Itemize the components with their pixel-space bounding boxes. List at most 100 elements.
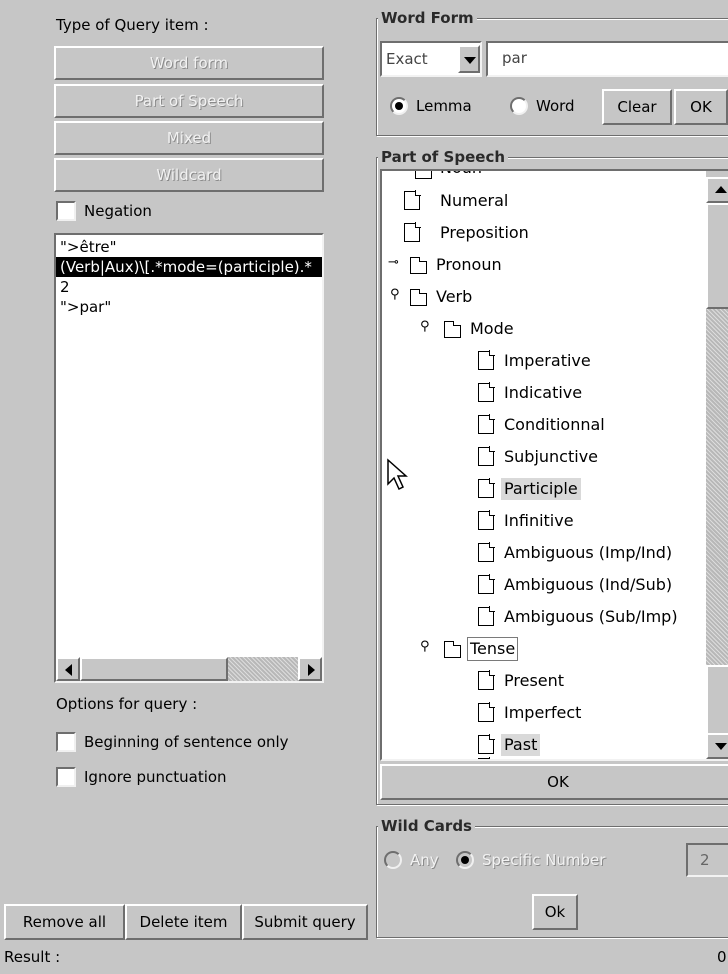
delete-item-button[interactable]: Delete item	[125, 904, 242, 940]
remove-all-button[interactable]: Remove all	[4, 904, 125, 940]
query-item[interactable]: 2	[60, 277, 70, 297]
tree-label: Subjunctive	[504, 447, 599, 466]
query-item[interactable]: ">être"	[60, 237, 117, 257]
scroll-down-button[interactable]	[706, 733, 728, 759]
query-item[interactable]: ">par"	[60, 297, 111, 317]
scroll-left-button[interactable]	[56, 657, 80, 681]
scroll-right-button[interactable]	[298, 657, 322, 681]
wildcard-button[interactable]: Wildcard	[54, 158, 324, 192]
word-form-button[interactable]: Word form	[54, 46, 324, 80]
tree-item-imperative[interactable]: Imperative	[382, 345, 712, 377]
collapsed-node-icon[interactable]: ⊸	[388, 255, 399, 270]
vertical-scrollbar[interactable]	[706, 171, 728, 759]
folder-icon	[415, 171, 432, 179]
pos-tree[interactable]: Noun Numeral Preposition ⊸ Pronoun ⚲ Ver…	[380, 169, 728, 761]
tree-label: Ambiguous (Imp/Ind)	[504, 543, 673, 562]
tree-item-subjunctive[interactable]: Subjunctive	[382, 441, 712, 473]
tree-item-noun[interactable]: Noun	[382, 171, 702, 185]
tree-label: Present	[504, 671, 565, 690]
tree-label: Numeral	[440, 191, 509, 210]
tree-label: Preposition	[440, 223, 529, 242]
folder-icon	[409, 289, 427, 306]
tree-item-pronoun[interactable]: ⊸ Pronoun	[382, 249, 702, 281]
tree-item-imperfect[interactable]: Imperfect	[382, 697, 712, 729]
tree-item-verb[interactable]: ⚲ Verb	[382, 281, 702, 313]
tree-item-preposition[interactable]: Preposition	[382, 217, 702, 249]
word-label: Word	[536, 97, 575, 115]
part-of-speech-title: Part of Speech	[378, 148, 509, 166]
expanded-node-icon[interactable]: ⚲	[420, 319, 430, 334]
part-of-speech-button[interactable]: Part of Speech	[54, 84, 324, 118]
scroll-track[interactable]	[706, 309, 728, 665]
specific-number-input[interactable]: 2	[686, 843, 728, 877]
tree-item-infinitive[interactable]: Infinitive	[382, 505, 712, 537]
wild-cards-title: Wild Cards	[378, 817, 475, 835]
tree-item-participle[interactable]: Participle	[382, 473, 712, 505]
negation-checkbox[interactable]	[56, 201, 76, 221]
lemma-label: Lemma	[416, 97, 472, 115]
ignore-punctuation-checkbox[interactable]	[56, 767, 76, 787]
document-icon	[478, 382, 495, 402]
status-bar: Result : 0	[0, 940, 728, 974]
folder-icon	[443, 641, 461, 658]
clear-button[interactable]: Clear	[602, 89, 672, 125]
tree-item-present[interactable]: Present	[382, 665, 712, 697]
match-type-value: Exact	[386, 50, 428, 68]
any-radio[interactable]	[384, 851, 402, 869]
tree-label: Verb	[436, 287, 473, 306]
tree-item-ambiguous-ind-sub[interactable]: Ambiguous (Ind/Sub)	[382, 569, 712, 601]
specific-number-radio[interactable]	[456, 851, 474, 869]
beginning-of-sentence-checkbox[interactable]	[56, 732, 76, 752]
word-form-ok-button[interactable]: OK	[674, 89, 728, 125]
tree-label: Pronoun	[436, 255, 502, 274]
document-icon	[478, 574, 495, 594]
document-icon	[478, 542, 495, 562]
word-radio[interactable]	[510, 97, 528, 115]
folder-icon	[409, 257, 427, 274]
tree-item-indicative[interactable]: Indicative	[382, 377, 712, 409]
tree-item-mode[interactable]: ⚲ Mode	[382, 313, 702, 345]
chevron-down-icon	[464, 57, 476, 64]
query-item-selected[interactable]: (Verb|Aux)\[.*mode=(participle).*	[56, 257, 322, 277]
document-icon	[478, 702, 495, 722]
horizontal-scrollbar[interactable]	[56, 657, 322, 681]
tree-item-ambiguous-sub-imp[interactable]: Ambiguous (Sub/Imp)	[382, 601, 712, 633]
tree-item-numeral[interactable]: Numeral	[382, 185, 702, 217]
document-icon	[478, 757, 495, 759]
wild-cards-ok-button[interactable]: Ok	[532, 894, 578, 930]
dropdown-button[interactable]	[458, 45, 480, 73]
match-type-select[interactable]: Exact	[380, 41, 482, 77]
scroll-thumb[interactable]	[706, 203, 728, 309]
result-label: Result :	[4, 948, 61, 966]
tree-label: Imperative	[504, 351, 591, 370]
options-heading: Options for query :	[56, 695, 198, 713]
document-icon	[478, 670, 495, 690]
scroll-thumb[interactable]	[80, 657, 228, 681]
tree-label-focused: Tense	[467, 637, 519, 661]
expanded-node-icon[interactable]: ⚲	[390, 287, 400, 302]
ignore-punctuation-label: Ignore punctuation	[84, 768, 227, 786]
specific-number-value: 2	[700, 851, 710, 869]
tree-label: Ambiguous (Ind/Sub)	[504, 575, 673, 594]
word-form-input[interactable]: par	[486, 41, 728, 77]
tree-item-tense[interactable]: ⚲ Tense	[382, 633, 712, 665]
beginning-of-sentence-label: Beginning of sentence only	[84, 733, 289, 751]
lemma-radio[interactable]	[390, 97, 408, 115]
pos-ok-button[interactable]: OK	[380, 764, 728, 800]
tree-label-selected: Participle	[501, 478, 581, 500]
tree-item-conditionnal[interactable]: Conditionnal	[382, 409, 712, 441]
document-icon	[478, 478, 495, 498]
word-form-title: Word Form	[378, 9, 477, 27]
scroll-track[interactable]	[228, 657, 298, 681]
mixed-button[interactable]: Mixed	[54, 121, 324, 155]
scroll-up-button[interactable]	[706, 177, 728, 203]
submit-query-button[interactable]: Submit query	[242, 904, 368, 940]
tree-item-ambiguous-imp-ind[interactable]: Ambiguous (Imp/Ind)	[382, 537, 712, 569]
query-list[interactable]: ">être" (Verb|Aux)\[.*mode=(participle).…	[54, 233, 324, 683]
type-of-query-heading: Type of Query item :	[56, 16, 209, 34]
specific-number-label: Specific Number	[482, 851, 606, 869]
document-icon	[478, 350, 495, 370]
tree-item-past[interactable]: Past	[382, 729, 712, 759]
expanded-node-icon[interactable]: ⚲	[420, 639, 430, 654]
arrow-left-icon	[65, 664, 72, 676]
